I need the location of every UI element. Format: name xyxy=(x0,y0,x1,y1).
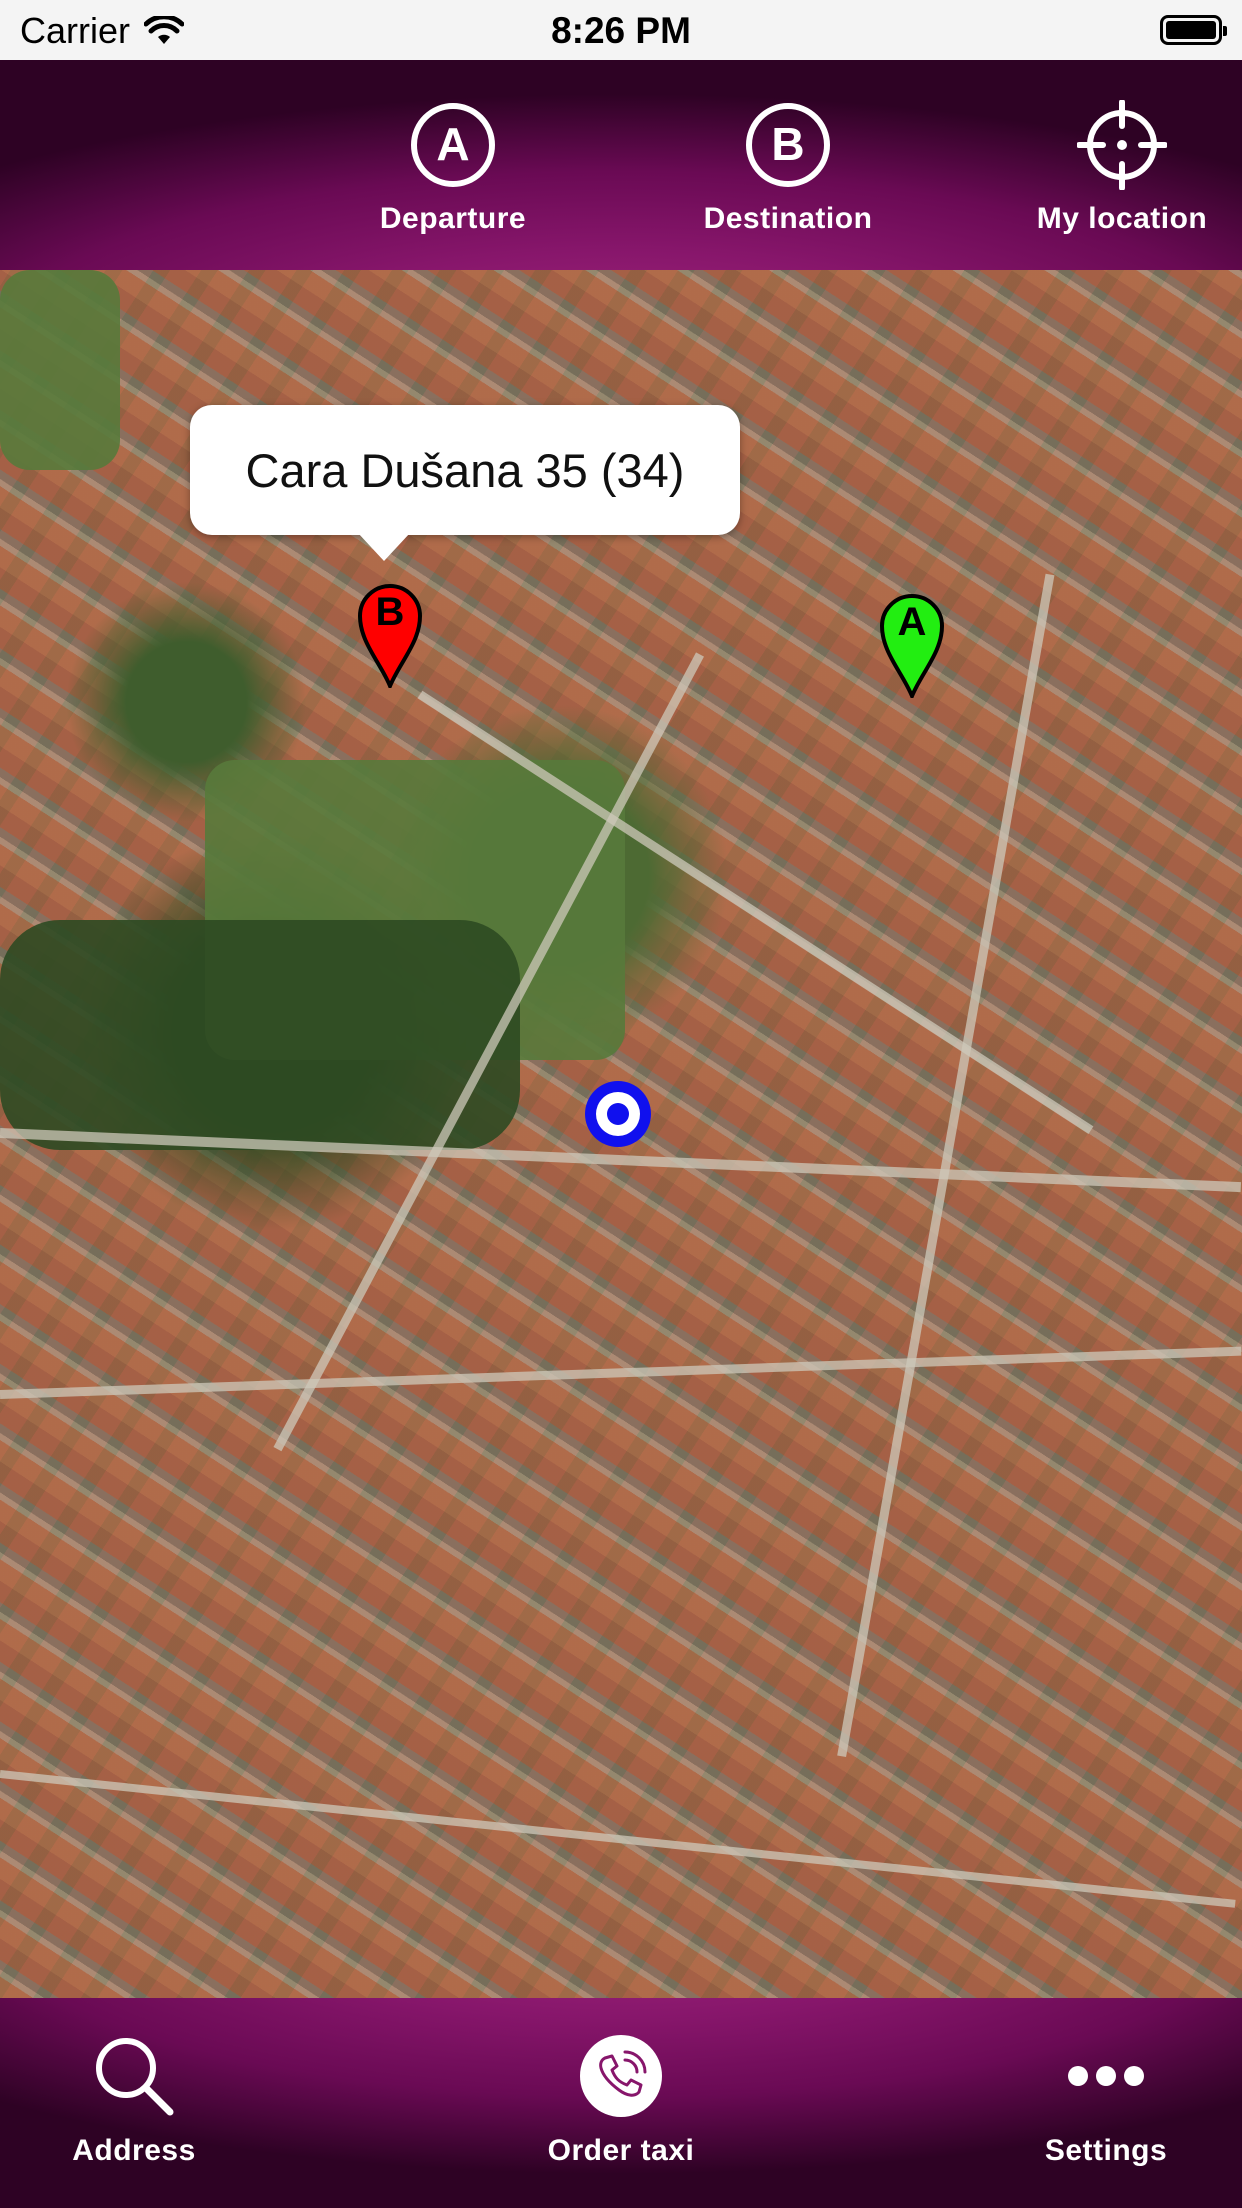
settings-button[interactable]: Settings xyxy=(986,2034,1226,2168)
destination-pin[interactable]: B xyxy=(356,582,424,692)
map-view[interactable]: Cara Dušana 35 (34) B A xyxy=(0,270,1242,1998)
map-park-area xyxy=(0,270,120,470)
departure-icon-letter: A xyxy=(436,118,469,170)
order-taxi-label: Order taxi xyxy=(547,2134,695,2167)
destination-icon: B xyxy=(746,103,830,187)
my-location-button[interactable]: My location xyxy=(1012,100,1232,236)
my-location-label: My location xyxy=(1036,202,1208,235)
pin-b-label: B xyxy=(375,590,405,634)
top-toolbar: A Departure B Destination My location xyxy=(0,60,1242,270)
map-forest-area xyxy=(0,920,520,1150)
status-time: 8:26 PM xyxy=(551,10,691,51)
departure-button[interactable]: A Departure xyxy=(343,100,563,236)
pin-a-label: A xyxy=(897,600,927,644)
search-icon xyxy=(96,2038,174,2116)
bottom-toolbar: Address Order taxi Settings xyxy=(0,1998,1242,2208)
address-callout[interactable]: Cara Dušana 35 (34) xyxy=(190,405,740,561)
battery-icon xyxy=(1160,15,1227,45)
departure-icon: A xyxy=(411,103,495,187)
phone-icon xyxy=(580,2035,662,2117)
address-label: Address xyxy=(72,2134,196,2167)
destination-button[interactable]: B Destination xyxy=(678,100,898,236)
order-taxi-button[interactable]: Order taxi xyxy=(501,2034,741,2168)
address-button[interactable]: Address xyxy=(14,2034,254,2168)
map-road xyxy=(0,1346,1242,1399)
destination-icon-letter: B xyxy=(771,118,804,170)
more-icon xyxy=(1068,2066,1144,2086)
map-road xyxy=(0,1770,1236,1908)
status-bar: Carrier 8:26 PM xyxy=(0,0,1242,60)
crosshair-icon xyxy=(1077,100,1167,190)
settings-label: Settings xyxy=(1044,2134,1168,2167)
current-location-marker xyxy=(585,1081,651,1147)
departure-label: Departure xyxy=(379,202,527,235)
destination-label: Destination xyxy=(703,202,873,235)
departure-pin[interactable]: A xyxy=(878,592,946,702)
